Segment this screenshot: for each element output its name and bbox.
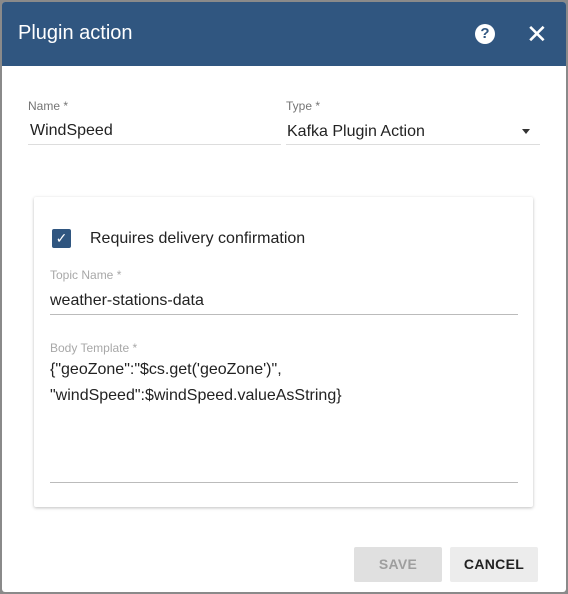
delivery-checkbox[interactable]: ✓ bbox=[52, 229, 71, 248]
name-underline bbox=[28, 144, 281, 145]
save-button[interactable]: SAVE bbox=[354, 547, 442, 582]
delivery-label: Requires delivery confirmation bbox=[90, 230, 306, 247]
cancel-button[interactable]: CANCEL bbox=[450, 547, 538, 582]
dialog-header: Plugin action ? ✕ bbox=[2, 2, 566, 66]
plugin-action-dialog: Plugin action ? ✕ Name * WindSpeed Type … bbox=[2, 2, 566, 592]
name-input[interactable]: WindSpeed bbox=[30, 122, 113, 140]
check-icon: ✓ bbox=[55, 230, 68, 246]
chevron-down-icon[interactable] bbox=[522, 129, 530, 134]
topic-input[interactable]: weather-stations-data bbox=[50, 292, 204, 310]
body-line-2: "windSpeed":$windSpeed.valueAsString} bbox=[50, 387, 342, 404]
body-label: Body Template * bbox=[50, 341, 138, 355]
topic-underline bbox=[50, 314, 518, 315]
body-underline bbox=[50, 482, 518, 483]
close-icon[interactable]: ✕ bbox=[526, 19, 548, 49]
topic-label: Topic Name * bbox=[50, 268, 122, 282]
type-label: Type * bbox=[286, 99, 321, 113]
type-underline bbox=[286, 144, 540, 145]
help-icon[interactable]: ? bbox=[475, 24, 495, 44]
dialog-title: Plugin action bbox=[18, 22, 133, 44]
type-select[interactable]: Kafka Plugin Action bbox=[287, 123, 425, 141]
name-label: Name * bbox=[28, 99, 69, 113]
body-line-1: {"geoZone":"$cs.get('geoZone')", bbox=[50, 361, 282, 378]
